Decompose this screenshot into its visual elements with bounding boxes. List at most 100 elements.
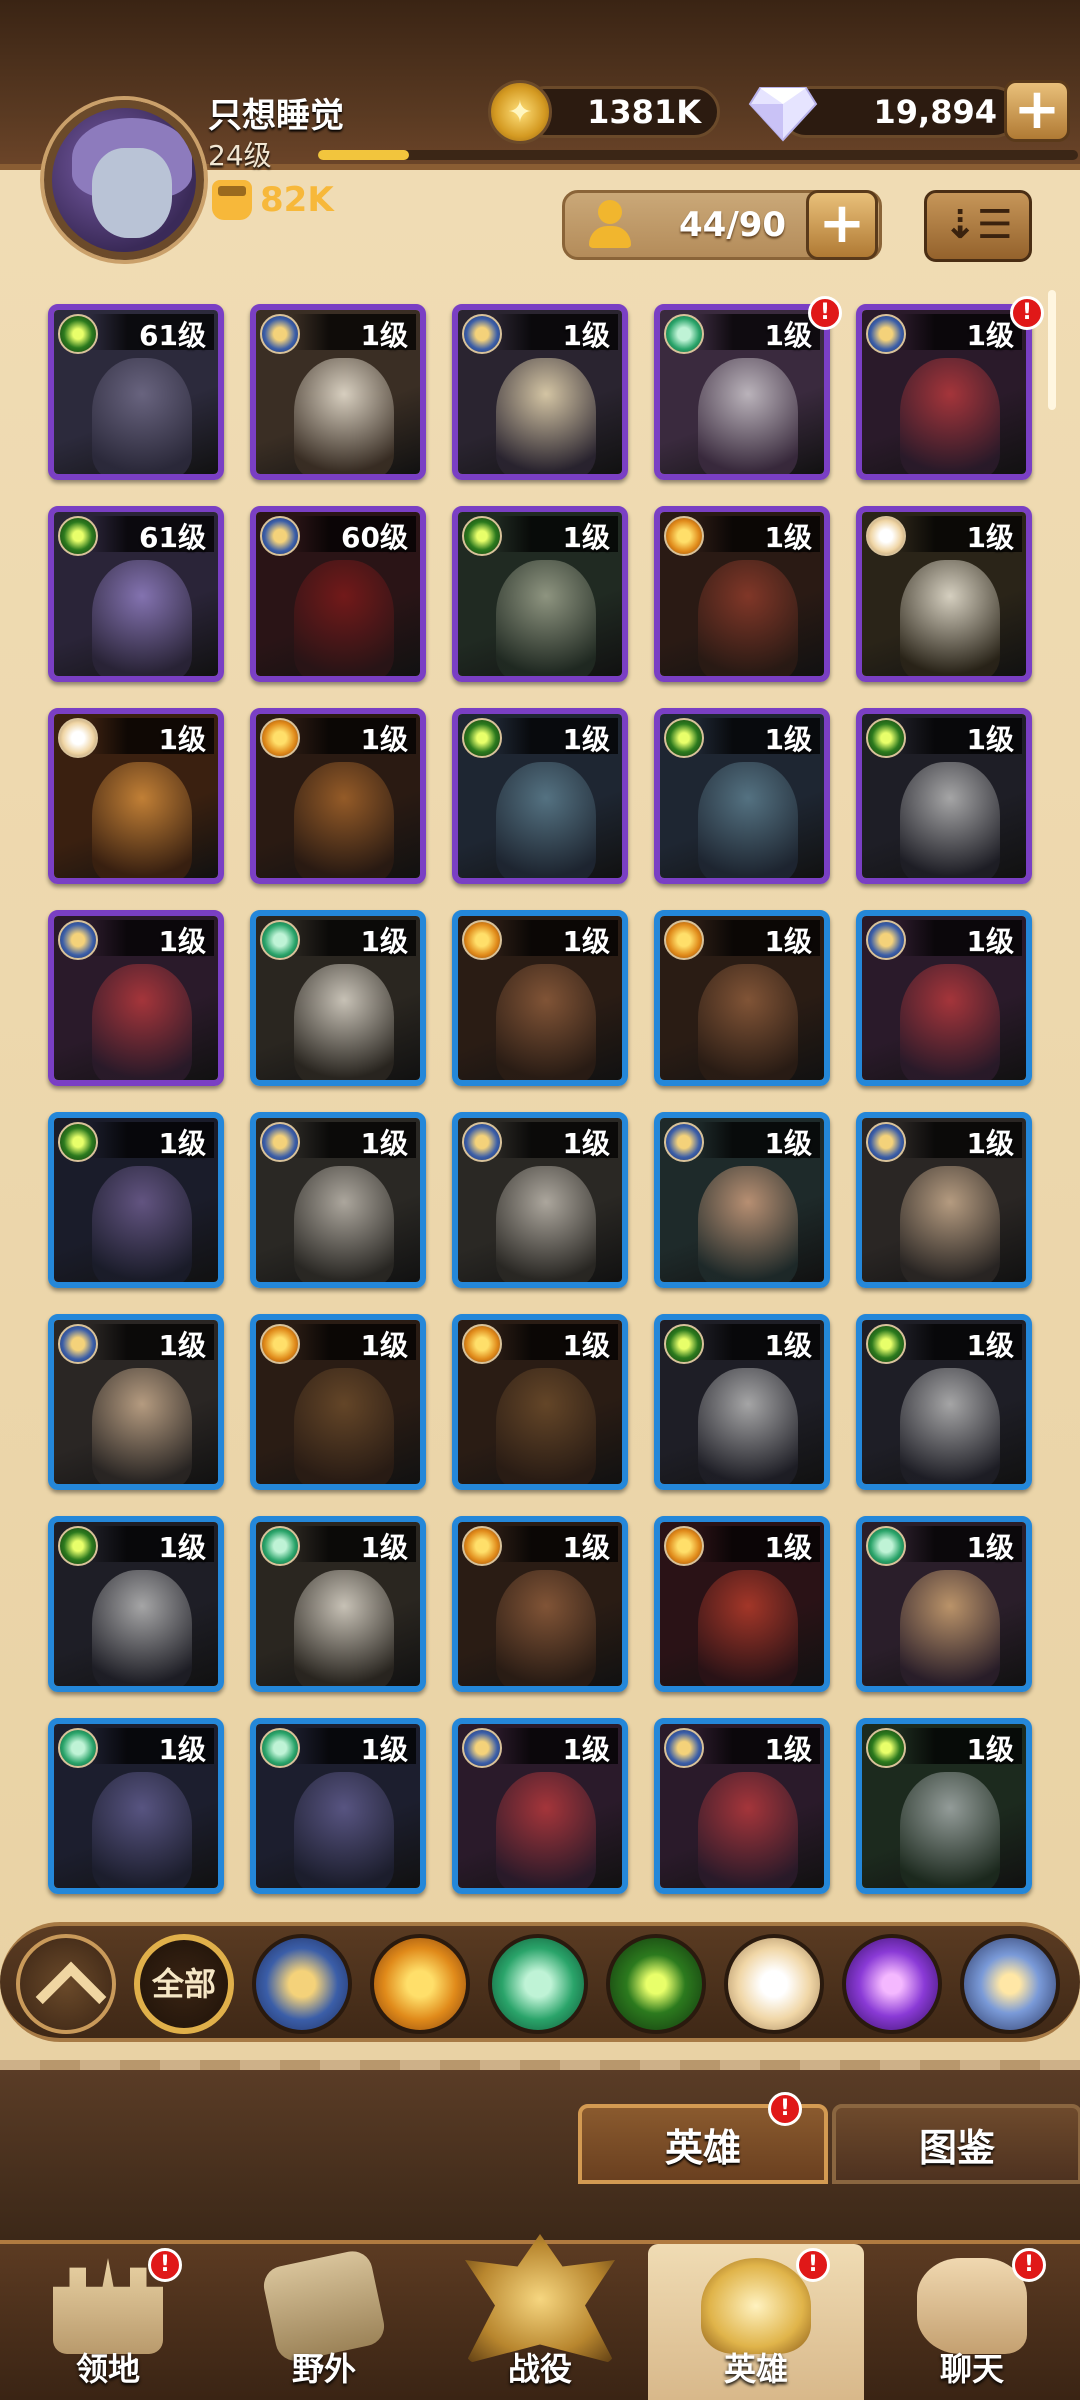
hero-figure: [900, 1772, 1000, 1888]
hero-card[interactable]: 61级: [48, 304, 224, 480]
hero-card[interactable]: 1级: [250, 1112, 426, 1288]
hero-figure: [698, 964, 798, 1080]
hero-figure: [496, 1570, 596, 1686]
hero-card[interactable]: 1级: [856, 304, 1032, 480]
diamond-icon: [748, 87, 818, 142]
hero-card[interactable]: 61级: [48, 506, 224, 682]
hero-card[interactable]: 1级: [48, 1718, 224, 1894]
hero-card[interactable]: 1级: [856, 1314, 1032, 1490]
filter-hypogean-icon[interactable]: [842, 1934, 942, 2034]
wilder-faction-icon: [58, 1728, 98, 1768]
nav-battle-emblem[interactable]: 战役: [432, 2234, 648, 2400]
graveborn-faction-icon: [58, 1526, 98, 1566]
hero-card[interactable]: 1级: [654, 1314, 830, 1490]
hero-level: 1级: [360, 1329, 408, 1362]
nav-label: 聊天: [939, 2350, 1004, 2388]
mauler-faction-icon: [462, 1526, 502, 1566]
hero-card[interactable]: 1级: [48, 1314, 224, 1490]
hero-card[interactable]: 1级: [654, 1112, 830, 1288]
hero-card[interactable]: 1级: [452, 304, 628, 480]
hero-figure: [900, 560, 1000, 676]
hero-card[interactable]: 1级: [654, 910, 830, 1086]
filter-dimensional-icon[interactable]: [960, 1934, 1060, 2034]
hero-card[interactable]: 1级: [856, 506, 1032, 682]
tab-codex[interactable]: 图鉴: [832, 2104, 1080, 2184]
hero-card[interactable]: 1级: [856, 1516, 1032, 1692]
scrollbar[interactable]: [1048, 290, 1056, 410]
avatar-face: [92, 148, 172, 238]
hero-card[interactable]: 1级: [48, 1516, 224, 1692]
sort-button[interactable]: ⇣☰: [924, 190, 1032, 262]
filter-graveborn-icon[interactable]: [606, 1934, 706, 2034]
graveborn-faction-icon: [866, 718, 906, 758]
celestial-faction-icon: [866, 516, 906, 556]
filter-all-button[interactable]: 全部: [134, 1934, 234, 2034]
tab-heroes-alert-badge: !: [768, 2092, 802, 2126]
hero-card[interactable]: 1级: [654, 1718, 830, 1894]
graveborn-faction-icon: [58, 516, 98, 556]
mauler-faction-icon: [260, 1324, 300, 1364]
wilder-faction-icon: [260, 1526, 300, 1566]
hero-card[interactable]: 1级: [452, 1718, 628, 1894]
hero-figure: [496, 1166, 596, 1282]
graveborn-faction-icon: [58, 314, 98, 354]
hero-card[interactable]: 1级: [452, 1112, 628, 1288]
hero-level: 1级: [966, 319, 1014, 352]
hero-level: 1级: [764, 1329, 812, 1362]
hero-card[interactable]: 1级: [452, 1516, 628, 1692]
hero-level: 1级: [764, 319, 812, 352]
lightbearer-faction-icon: [462, 1122, 502, 1162]
nav-scroll-map[interactable]: 野外: [216, 2244, 432, 2400]
hero-card[interactable]: 1级: [48, 1112, 224, 1288]
hero-card[interactable]: 1级: [654, 506, 830, 682]
hero-level: 1级: [360, 925, 408, 958]
filter-celestial-icon[interactable]: [724, 1934, 824, 2034]
hero-level: 1级: [764, 1733, 812, 1766]
hero-level: 1级: [158, 1329, 206, 1362]
lightbearer-faction-icon: [866, 1122, 906, 1162]
hero-card[interactable]: 1级: [48, 910, 224, 1086]
hero-card[interactable]: 1级: [48, 708, 224, 884]
hero-level: 60级: [341, 521, 408, 554]
hero-card[interactable]: 1级: [452, 910, 628, 1086]
hero-card[interactable]: 1级: [654, 304, 830, 480]
hero-level: 1级: [966, 925, 1014, 958]
filter-wilder-icon[interactable]: [488, 1934, 588, 2034]
nav-alert-badge: !: [796, 2248, 830, 2282]
hero-figure: [698, 1166, 798, 1282]
hero-card[interactable]: 1级: [452, 1314, 628, 1490]
mauler-faction-icon: [462, 920, 502, 960]
exp-bar-fill: [318, 150, 410, 160]
hero-card[interactable]: 1级: [452, 708, 628, 884]
hero-card[interactable]: 1级: [856, 1718, 1032, 1894]
hero-card[interactable]: 1级: [250, 1718, 426, 1894]
hero-card[interactable]: 1级: [856, 910, 1032, 1086]
hero-level: 1级: [360, 723, 408, 756]
filter-lightbearer-icon[interactable]: [252, 1934, 352, 2034]
add-diamonds-button[interactable]: +: [1004, 80, 1070, 142]
hero-level: 1级: [360, 319, 408, 352]
hero-card[interactable]: 1级: [856, 708, 1032, 884]
hero-card[interactable]: 1级: [250, 708, 426, 884]
hero-card[interactable]: 1级: [856, 1112, 1032, 1288]
hero-level: 1级: [360, 1531, 408, 1564]
hero-card[interactable]: 1级: [654, 1516, 830, 1692]
hero-card[interactable]: 1级: [452, 506, 628, 682]
collapse-up-button[interactable]: [16, 1934, 116, 2034]
hero-figure: [92, 964, 192, 1080]
nav-chat[interactable]: 聊天!: [864, 2244, 1080, 2400]
filter-mauler-icon[interactable]: [370, 1934, 470, 2034]
nav-alert-badge: !: [1012, 2248, 1046, 2282]
hero-card[interactable]: 1级: [250, 1314, 426, 1490]
hero-figure: [900, 1570, 1000, 1686]
hero-count-text: 44/90: [679, 205, 787, 245]
nav-hero-helmet[interactable]: 英雄!: [648, 2244, 864, 2400]
hero-card[interactable]: 1级: [250, 304, 426, 480]
hero-card[interactable]: 60级: [250, 506, 426, 682]
hero-card[interactable]: 1级: [250, 910, 426, 1086]
player-avatar[interactable]: [44, 100, 204, 260]
hero-card[interactable]: 1级: [250, 1516, 426, 1692]
nav-castle[interactable]: 领地!: [0, 2244, 216, 2400]
hero-card[interactable]: 1级: [654, 708, 830, 884]
expand-capacity-button[interactable]: +: [806, 190, 878, 260]
